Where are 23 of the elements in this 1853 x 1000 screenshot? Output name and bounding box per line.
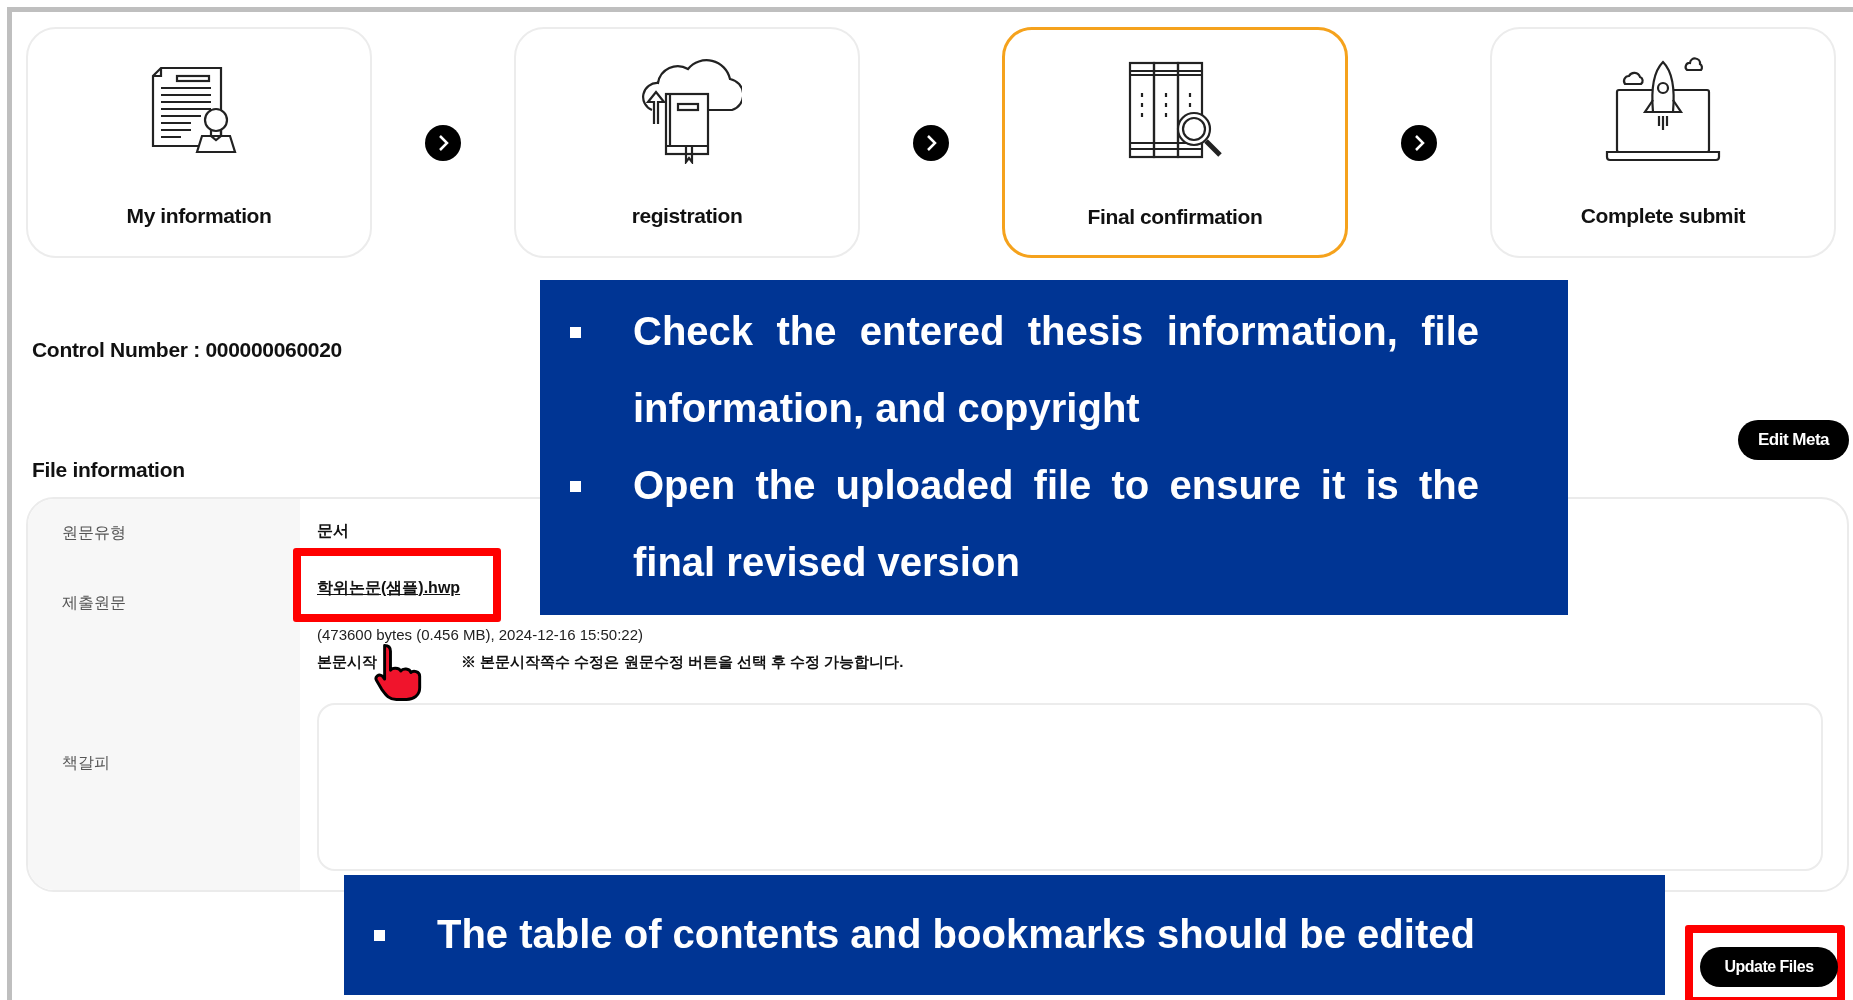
laptop-rocket-icon <box>1603 54 1723 164</box>
file-link[interactable]: 학위논문(샘플).hwp <box>317 576 461 600</box>
callout-text: Check the entered thesis information, file information, and copyright <box>633 308 1479 432</box>
bullet-icon <box>374 930 385 941</box>
edit-note: ※ 본문시작쪽수 수정은 원문수정 버튼을 선택 후 수정 가능합니다. <box>461 651 904 672</box>
control-number: Control Number : 000000060020 <box>32 338 342 361</box>
section-title: File information <box>32 456 185 483</box>
step-card[interactable]: Complete submit <box>1490 27 1836 258</box>
row-label: 책갈피 <box>62 754 110 771</box>
step-card[interactable]: My information <box>26 27 372 258</box>
start-page-label: 본문시작 <box>317 651 377 672</box>
edit-meta-button[interactable]: Edit Meta <box>1737 419 1849 460</box>
step-card[interactable]: registration <box>514 27 860 258</box>
row-label: 제출원문 <box>62 594 126 611</box>
callout-text: The table of contents and bookmarks should be edited <box>437 911 1476 958</box>
step-card[interactable]: Final confirmation <box>1002 27 1348 258</box>
bullet-icon <box>570 481 581 492</box>
row-value: 문서 <box>317 522 349 539</box>
bullet-icon <box>570 327 581 338</box>
row-label: 원문유형 <box>62 524 126 541</box>
callout-text: Open the uploaded file to ensure it is the final revised version <box>633 462 1479 586</box>
update-files-button[interactable]: Update Files <box>1700 947 1838 987</box>
file-details: (473600 bytes (0.456 MB), 2024-12-16 15:50:22) <box>317 625 644 645</box>
